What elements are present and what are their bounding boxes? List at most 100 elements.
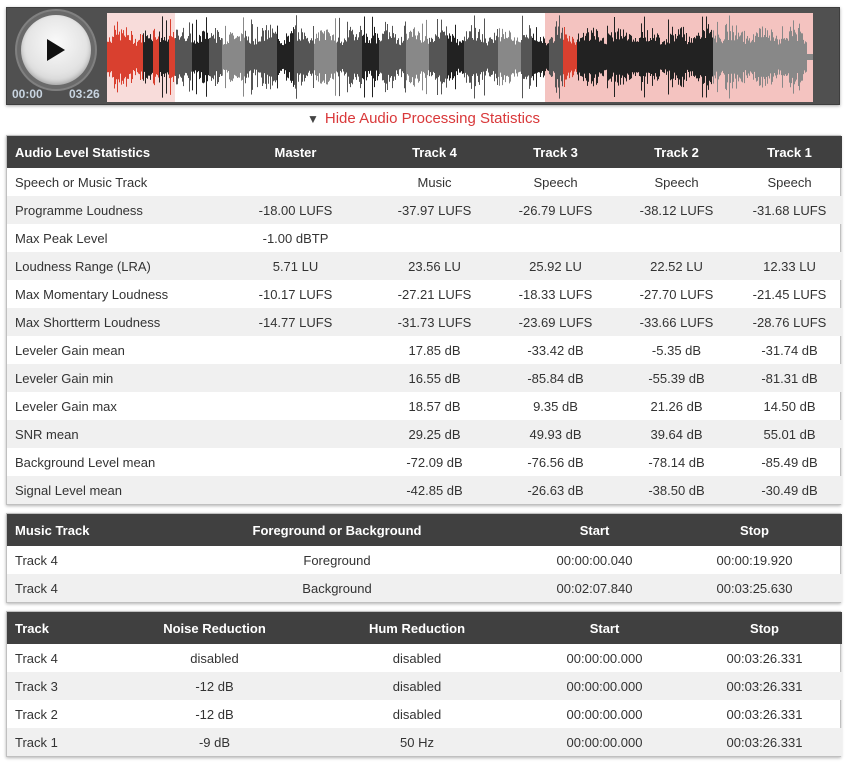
table-cell: 00:00:19.920 <box>716 552 793 568</box>
table-row: Track 2 -12 dB disabled 00:00:00.000 00:03:2… <box>7 700 842 728</box>
table-row: Max Momentary Loudness -10.17 LUFS -27.21 … <box>7 280 842 308</box>
column-header: Track 2 <box>616 136 737 168</box>
table-cell: 21.26 dB <box>650 398 703 414</box>
table-cell: -72.09 dB <box>406 454 463 470</box>
audio-level-statistics-table: Audio Level Statistics Master Track 4 Track… <box>7 136 842 504</box>
table-cell: Speech <box>767 174 812 190</box>
table-cell: 55.01 dB <box>737 420 842 448</box>
table-cell: -85.49 dB <box>761 454 818 470</box>
table-cell <box>737 224 842 252</box>
play-icon <box>47 39 65 61</box>
table-cell: -42.85 dB <box>374 476 495 504</box>
audio-player: 00:00 03:26 <box>6 7 840 105</box>
current-time: 00:00 <box>12 87 43 101</box>
table-cell: -38.50 dB <box>616 476 737 504</box>
table-cell: disabled <box>312 672 522 700</box>
table-cell <box>217 476 374 504</box>
table-header-row: Audio Level Statistics Master Track 4 Track… <box>7 136 842 168</box>
table-row: Leveler Gain max 18.57 dB 9.35 dB 21.26 dB 1… <box>7 392 842 420</box>
table-cell: 29.25 dB <box>374 420 495 448</box>
row-label: Track 4 <box>15 650 58 666</box>
table-cell: -21.45 LUFS <box>752 286 827 302</box>
table-cell: -1.00 dBTP <box>262 230 329 246</box>
table-cell: 39.64 dB <box>616 420 737 448</box>
table-cell: 00:03:26.331 <box>687 728 842 756</box>
table-cell: 00:00:00.000 <box>566 706 643 722</box>
row-label: Leveler Gain mean <box>15 342 125 358</box>
table-row: Speech or Music Track Music Speech Speech Sp… <box>7 168 842 196</box>
table-cell: -26.79 LUFS <box>495 196 616 224</box>
table-row: Leveler Gain min 16.55 dB -85.84 dB -55.39 … <box>7 364 842 392</box>
waveform-peaks <box>107 15 813 99</box>
table-cell: Foreground <box>303 552 371 568</box>
column-header: Start <box>522 514 667 546</box>
row-label: SNR mean <box>7 420 217 448</box>
table-cell: 00:03:26.331 <box>726 706 803 722</box>
table-cell: 16.55 dB <box>374 364 495 392</box>
table-cell <box>217 392 374 420</box>
row-label: Loudness Range (LRA) <box>7 252 217 280</box>
triangle-down-icon: ▼ <box>307 112 319 126</box>
table-cell: -18.00 LUFS <box>217 196 374 224</box>
table-cell: -12 dB <box>195 706 234 722</box>
table-cell: 00:03:26.331 <box>726 650 803 666</box>
table-row: Programme Loudness -18.00 LUFS -37.97 LUFS… <box>7 196 842 224</box>
table-cell <box>217 336 374 364</box>
table-cell: -31.74 dB <box>761 342 818 358</box>
table-cell: -31.68 LUFS <box>737 196 842 224</box>
table-cell: 00:03:25.630 <box>667 574 842 602</box>
duration: 03:26 <box>69 87 100 101</box>
row-label: Max Shortterm Loudness <box>7 308 217 336</box>
table-row: Background Level mean -72.09 dB -76.56 dB -… <box>7 448 842 476</box>
waveform[interactable] <box>107 13 813 102</box>
table-cell: 9.35 dB <box>533 398 578 414</box>
toggle-statistics-link[interactable]: ▼ Hide Audio Processing Statistics <box>0 110 847 127</box>
column-header: Track <box>7 612 117 644</box>
table-cell: Music <box>417 174 452 190</box>
row-label: Leveler Gain min <box>7 364 217 392</box>
table-cell: 14.50 dB <box>763 398 816 414</box>
column-header: Foreground or Background <box>152 514 522 546</box>
table-row: Track 1 -9 dB 50 Hz 00:00:00.000 00:03:26.33… <box>7 728 842 756</box>
table-cell: -12 dB <box>117 672 312 700</box>
table-cell <box>374 224 495 252</box>
column-header: Music Track <box>7 514 152 546</box>
processing-panel: Track Noise Reduction Hum Reduction Start St… <box>6 611 842 757</box>
table-cell: 49.93 dB <box>495 420 616 448</box>
table-cell <box>217 168 374 196</box>
table-cell: 50 Hz <box>312 728 522 756</box>
table-cell <box>217 420 374 448</box>
table-cell: -78.14 dB <box>648 454 705 470</box>
table-cell <box>217 364 374 392</box>
table-cell: -31.73 LUFS <box>374 308 495 336</box>
table-row: Max Shortterm Loudness -14.77 LUFS -31.73 … <box>7 308 842 336</box>
table-cell: -30.49 dB <box>737 476 842 504</box>
play-button[interactable] <box>21 15 91 85</box>
audio-level-statistics-panel: Audio Level Statistics Master Track 4 Track… <box>6 135 842 505</box>
music-track-panel: Music Track Foreground or Background Start… <box>6 513 842 603</box>
table-cell <box>217 448 374 476</box>
table-row: Track 4 Background 00:02:07.840 00:03:25.63… <box>7 574 842 602</box>
waveform-canvas[interactable] <box>107 13 813 102</box>
table-cell: -27.70 LUFS <box>639 286 714 302</box>
row-label: Leveler Gain max <box>15 398 117 414</box>
table-cell <box>495 224 616 252</box>
row-label: Background Level mean <box>15 454 156 470</box>
table-cell: -9 dB <box>117 728 312 756</box>
table-row: Track 4 Foreground 00:00:00.040 00:00:19.92… <box>7 546 842 574</box>
table-cell: Speech <box>654 174 699 190</box>
table-cell: -37.97 LUFS <box>374 196 495 224</box>
table-cell: 18.57 dB <box>408 398 461 414</box>
column-header: Track 1 <box>737 136 842 168</box>
table-cell: 00:00:00.000 <box>522 672 687 700</box>
row-label: Max Peak Level <box>15 230 108 246</box>
column-header: Noise Reduction <box>117 612 312 644</box>
table-cell: -81.31 dB <box>737 364 842 392</box>
table-cell <box>616 224 737 252</box>
processing-table: Track Noise Reduction Hum Reduction Start St… <box>7 612 842 756</box>
table-cell: disabled <box>392 650 442 666</box>
table-row: SNR mean 29.25 dB 49.93 dB 39.64 dB 55.01 dB <box>7 420 842 448</box>
table-row: Track 4 disabled disabled 00:00:00.000 00:03… <box>7 644 842 672</box>
table-cell: 5.71 LU <box>217 252 374 280</box>
column-header: Stop <box>687 612 842 644</box>
